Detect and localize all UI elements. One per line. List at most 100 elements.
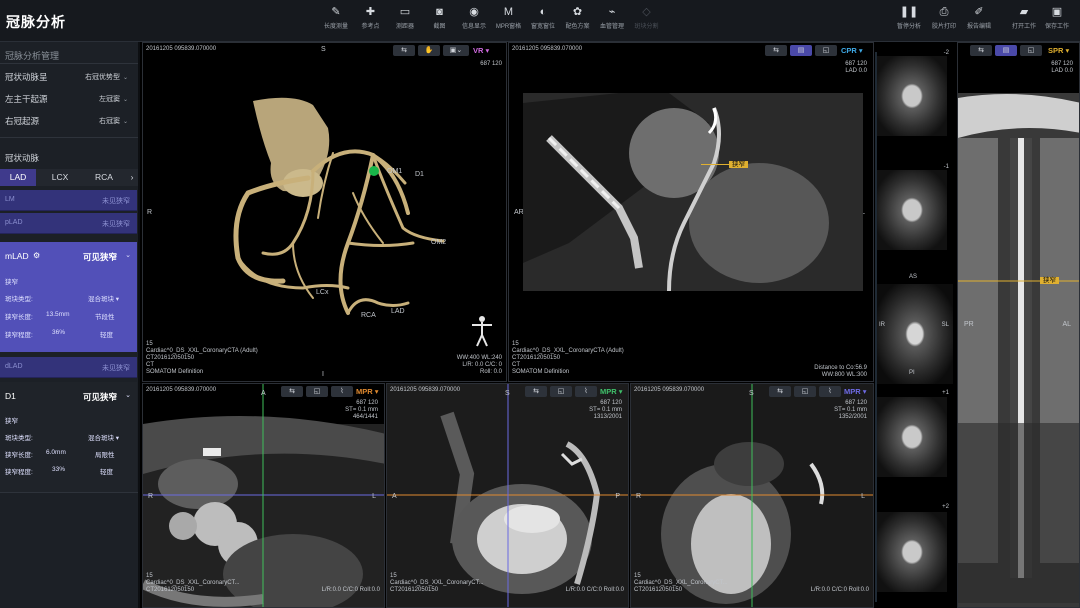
cross-section-thumb[interactable] — [877, 56, 947, 136]
mode-label: SPR — [1048, 46, 1064, 55]
row-dominance-select[interactable]: 右冠优势型 ⌄ — [85, 72, 128, 82]
tab-more-chevron-icon[interactable]: › — [126, 169, 138, 186]
orient-tag: SL — [941, 322, 949, 328]
segment-mlad-card[interactable]: mLAD ⚙ 可见狭窄 ⌄ 狭窄 斑块类型: 混合斑块 ▾ 狭窄长度: 13.5… — [0, 242, 137, 352]
cpr-viewport[interactable]: ⇆ ▤ ◱ CPR ▾ 20161205 095839.070000 687 1… — [508, 42, 874, 382]
info-line: CT201612050150 — [146, 355, 195, 361]
cross-section-strip[interactable]: -2 -1 AS IR SL PI +1 +2 — [875, 42, 955, 608]
chevron-down-icon[interactable]: ⌄ — [125, 391, 131, 399]
contrast-icon: ◐ — [539, 6, 547, 18]
stenosis-length-type[interactable]: 节段性 — [95, 311, 115, 321]
row-dominance[interactable]: 冠状动脉呈 右冠优势型 ⌄ — [0, 66, 138, 88]
sidebar: 冠脉分析管理 冠状动脉呈 右冠优势型 ⌄ 左主干起源 左冠窦 ⌄ 右冠起源 右冠窦 ⌄… — [0, 42, 140, 608]
stenosis-degree-label: 狭窄程度: — [5, 469, 33, 476]
segment-name: pLAD — [5, 219, 23, 226]
window-readout: WW:400 WL:240 L/R: 0.0 C/C: 0 Roll: 0.0 — [457, 355, 502, 376]
screenshot-icon[interactable]: ◱ — [306, 386, 328, 397]
stenosis-marker[interactable]: 狭窄 — [1040, 277, 1059, 284]
cross-section-current[interactable] — [877, 284, 953, 384]
segment-plad[interactable]: pLAD 未见狭窄 — [0, 213, 137, 234]
cross-section-thumb[interactable] — [877, 512, 947, 592]
sync-icon[interactable]: ⇆ — [525, 386, 547, 397]
palette-icon: ✿ — [572, 6, 583, 18]
orient-right: L — [861, 493, 865, 500]
sync-icon[interactable]: ⇆ — [769, 386, 791, 397]
stenosis-degree-text[interactable]: 轻度 — [100, 466, 113, 476]
stenosis-degree-text[interactable]: 轻度 — [100, 329, 113, 339]
artery-tabs: LAD LCX RCA › — [0, 169, 138, 186]
info-line: 15 — [146, 573, 153, 579]
stenosis-length-type[interactable]: 局限性 — [95, 449, 115, 459]
curve-icon[interactable]: ⌇ — [331, 386, 353, 397]
divider — [0, 63, 138, 64]
top-right-readout: 687 120 ST= 0.1 mm 1352/2001 — [834, 400, 867, 421]
segment-name: mLAD — [5, 251, 29, 261]
stenosis-subtitle: 狭窄 — [5, 418, 18, 425]
info-line: 15 — [146, 341, 153, 347]
window-readout: L/R:0.0 C/C:0 Roll:0.0 — [321, 587, 380, 593]
tab-rca[interactable]: RCA — [84, 169, 124, 186]
info-line: CT201612050150 — [146, 587, 195, 593]
orient-right: P — [615, 493, 620, 500]
row-rca-origin-select[interactable]: 右冠窦 ⌄ — [99, 116, 128, 126]
vr-viewport[interactable]: ⇆ ✋ ▣⌄ VR ▾ 20161205 095839.070000 687 1… — [142, 42, 507, 382]
stenosis-degree-label: 狭窄程度: — [5, 332, 33, 339]
row-lm-origin[interactable]: 左主干起源 左冠窦 ⌄ — [0, 88, 138, 110]
report-edit-button[interactable]: ✐ 报告编辑 — [963, 3, 995, 39]
tab-lad[interactable]: LAD — [0, 169, 36, 186]
save-button[interactable]: ▣ 保存工作 — [1041, 3, 1073, 39]
screenshot-icon[interactable]: ◱ — [550, 386, 572, 397]
viewport-mode[interactable]: MPR ▾ — [844, 386, 867, 397]
screenshot-icon[interactable]: ◱ — [794, 386, 816, 397]
orient-top: A — [261, 390, 266, 397]
stenosis-marker[interactable]: 狭窄 — [729, 161, 748, 168]
patient-info: 15 Cardiac^0_DS_XXL_CoronaryCT... CT2016… — [634, 573, 728, 594]
mode-label: MPR — [600, 387, 617, 396]
mpr-coronal-viewport[interactable]: ⇆ ◱ ⌇ MPR ▾ 20161205 095839.070000 687 1… — [630, 383, 874, 608]
segment-d1-card[interactable]: D1 可见狭窄 ⌄ 狭窄 斑块类型: 混合斑块 ▾ 狭窄长度: 6.0mm 局限… — [0, 382, 137, 492]
viewport-mode[interactable]: MPR ▾ — [600, 386, 623, 397]
viewport-mode[interactable]: MPR ▾ — [356, 386, 379, 397]
cross-section-thumb[interactable] — [877, 170, 947, 250]
plaque-type-select[interactable]: 混合斑块 ▾ — [88, 293, 119, 303]
row-rca-origin[interactable]: 右冠起源 右冠窦 ⌄ — [0, 110, 138, 132]
info-line: 15 — [390, 573, 397, 579]
screenshot-icon[interactable]: ◱ — [1020, 45, 1042, 56]
spr-viewport[interactable]: ⇆ ▤ ◱ SPR ▾ 687 120 LAD 0.0 PR AL 狭窄 — [957, 42, 1080, 608]
sync-icon[interactable]: ⇆ — [970, 45, 992, 56]
strip-scrollbar[interactable] — [875, 52, 877, 602]
patient-info: 15 Cardiac^0_DS_XXL_CoronaryCT... CT2016… — [390, 573, 484, 594]
mpr-sagittal-viewport[interactable]: ⇆ ◱ ⌇ MPR ▾ 20161205 095839.070000 687 1… — [386, 383, 629, 608]
cross-section-thumb[interactable] — [877, 397, 947, 477]
info-line: 1313/2001 — [593, 414, 622, 420]
segment-dlad[interactable]: dLAD 未见狭窄 — [0, 357, 137, 378]
plaque-type-select[interactable]: 混合斑块 ▾ — [88, 432, 119, 442]
chevron-down-icon[interactable]: ⌄ — [125, 251, 131, 259]
eye-icon: ◉ — [469, 6, 479, 18]
offset-tick: +1 — [942, 390, 949, 396]
vessel-label-lcx: LCx — [316, 289, 329, 296]
tab-lcx[interactable]: LCX — [40, 169, 80, 186]
patient-info: 15 Cardiac^0_DS_XXL_CoronaryCT... CT2016… — [146, 573, 240, 594]
info-line: ST= 0.1 mm — [834, 407, 867, 413]
action-label: 报告编辑 — [966, 24, 991, 30]
row-dominance-label: 冠状动脉呈 — [5, 72, 48, 82]
vessel-label-om1: OM1 — [387, 168, 403, 175]
mode-label: MPR — [356, 387, 373, 396]
settings-gear-icon[interactable]: ⚙ — [33, 251, 40, 260]
annotation-icon[interactable]: ▤ — [995, 45, 1017, 56]
sync-icon[interactable]: ⇆ — [281, 386, 303, 397]
row-lm-origin-select[interactable]: 左冠窦 ⌄ — [99, 94, 128, 104]
caliper-icon: ▭ — [399, 6, 411, 18]
curve-icon[interactable]: ⌇ — [575, 386, 597, 397]
vessel-label-om2: OM2 — [431, 239, 447, 246]
stenosis-length-label: 狭窄长度: — [5, 314, 33, 321]
artery-title: 冠状动脉 — [5, 153, 40, 163]
info-line: 1352/2001 — [838, 414, 867, 420]
info-line: 687 120 — [356, 400, 378, 406]
patient-info: 15 Cardiac^0_DS_XXL_CoronaryCTA (Adult) … — [512, 341, 624, 376]
viewport-mode[interactable]: SPR ▾ — [1048, 45, 1069, 56]
curve-icon[interactable]: ⌇ — [819, 386, 841, 397]
mpr-axial-viewport[interactable]: ⇆ ◱ ⌇ MPR ▾ 20161205 095839.070000 687 1… — [142, 383, 385, 608]
segment-lm[interactable]: LM 未见狭窄 — [0, 190, 137, 211]
